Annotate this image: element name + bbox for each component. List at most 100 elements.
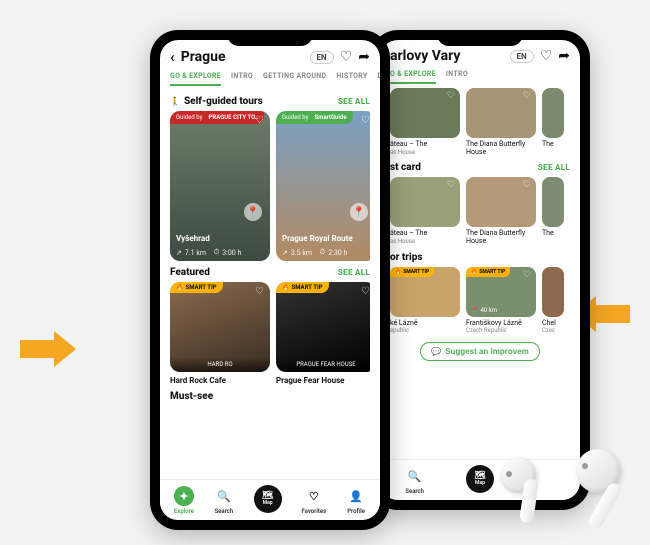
heart-icon[interactable]: ♡ [447,91,455,101]
compass-icon: ✦ [174,486,194,506]
inner-caption: HARD RO [176,361,264,368]
tour-card[interactable]: Guided bySmartGuide ♡ 📍 Prague Royal Rou… [276,111,370,261]
list-item[interactable]: The [542,177,564,245]
item-sublabel: as House [390,149,460,156]
user-icon: 👤 [346,486,366,506]
nav-search[interactable]: 🔍 Search [214,486,234,515]
heart-icon[interactable]: ♡ [523,270,531,280]
item-sublabel: Czech Republic [466,327,536,334]
content: ♡ âteau – The as House ♡ The Diana Butte… [380,88,580,459]
item-label: The [542,141,564,149]
search-icon: 🔍 [214,486,234,506]
heart-icon[interactable]: ♡ [361,286,370,297]
heart-icon[interactable]: ♡ [361,115,370,126]
see-all-link[interactable]: SEE ALL [338,268,370,277]
tab-intro[interactable]: INTRO [446,70,468,84]
row-tours[interactable]: Guided byPRAGUE CITY TO.. ♡ 📍 Vyšehrad ↗… [170,111,370,261]
tab-history[interactable]: HISTORY [336,72,367,86]
content: 🚶Self-guided tours SEE ALL Guided byPRAG… [160,90,380,479]
suggest-improvement-button[interactable]: 💬 Suggest an improvem [420,342,540,361]
smart-tip-badge: 🔥 SMART TIP [276,282,329,293]
map-icon: 🗺Map [254,485,282,513]
heart-icon[interactable]: ♡ [447,180,455,190]
item-label: âteau – The [390,230,460,238]
item-label: ké Lázně [390,320,460,328]
item-sublabel: as House [390,238,460,245]
heart-icon[interactable]: ♡ [523,180,531,190]
clock-icon: ⏱ [214,248,219,257]
list-item[interactable]: ♡ The Diana Butterfly House [466,88,536,156]
item-label: âteau – The [390,141,460,149]
tabs: O & EXPLORE INTRO [380,70,580,88]
nav-map[interactable]: 🗺Map [254,487,282,515]
nav-search[interactable]: 🔍 Search [405,466,425,495]
row-trips[interactable]: 🔥 SMART TIP ké Lázně epublic 🔥 SMART TIP… [390,267,570,335]
nav-explore[interactable]: ✦ Explore [174,486,194,515]
list-item[interactable]: 🔥 SMART TIP ké Lázně epublic [390,267,460,335]
tab-go-explore[interactable]: GO & EXPLORE [170,72,221,86]
pin-icon: 📍 [244,203,262,221]
item-label: Františkovy Lázně [466,320,536,328]
tab-getting-around[interactable]: GETTING AROUND [263,72,326,86]
featured-card[interactable]: 🔥 SMART TIP ♡ HARD RO [170,282,270,372]
list-item[interactable]: The [542,88,564,156]
distance-chip: 📍40 km [471,307,497,314]
tab-go-explore[interactable]: O & EXPLORE [390,70,436,84]
list-item[interactable]: 🔥 SMART TIP ♡ 📍40 km Františkovy Lázně C… [466,267,536,335]
tour-meta: ↗3.5 km ⏱2:30 h [282,248,347,257]
item-label: The Diana Butterfly House [466,230,536,245]
row-featured[interactable]: 🔥 SMART TIP ♡ HARD RO Hard Rock Cafe 🔥 S… [170,282,370,385]
clock-icon: ⏱ [320,248,325,257]
featured-card[interactable]: 🔥 SMART TIP ♡ PRAGUE FEAR HOUSE [276,282,370,372]
see-all-link[interactable]: SEE ALL [538,163,570,172]
share-icon[interactable]: ➦ [558,48,570,64]
heart-icon[interactable]: ♡ [540,48,553,64]
nav-favorites[interactable]: ♡ Favorites [301,486,326,515]
heart-icon[interactable]: ♡ [255,115,264,126]
route-icon: ↗ [282,249,288,257]
tour-card[interactable]: Guided byPRAGUE CITY TO.. ♡ 📍 Vyšehrad ↗… [170,111,270,261]
chat-icon: 💬 [431,347,441,356]
tabs: GO & EXPLORE INTRO GETTING AROUND HISTOR… [160,72,380,90]
phone-notch [437,30,523,46]
share-icon[interactable]: ➦ [358,49,370,65]
section-header-featured: Featured SEE ALL [170,267,370,278]
item-sublabel: epublic [390,327,460,334]
item-label: The [542,230,564,238]
inner-caption: PRAGUE FEAR HOUSE [282,361,370,368]
tour-name: Prague Royal Route [282,234,370,243]
item-label: Chel [542,320,564,328]
list-item[interactable]: ♡ âteau – The as House [390,88,460,156]
item-label: The Diana Butterfly House [466,141,536,156]
section-title: Must-see [170,391,213,402]
nav-profile[interactable]: 👤 Profile [346,486,366,515]
bottom-nav: 🔍 Search 🗺Map [380,459,580,500]
smart-tip-badge: 🔥 SMART TIP [170,282,223,293]
featured-label: Prague Fear House [276,376,370,385]
phone-secondary: arlovy Vary EN ♡ ➦ O & EXPLORE INTRO ♡ â… [370,30,590,510]
heart-icon[interactable]: ♡ [255,286,264,297]
section-title: Featured [170,267,210,278]
list-item[interactable]: Chel Czec [542,267,564,335]
screen-primary: ‹ Prague EN ♡ ➦ GO & EXPLORE INTRO GETTI… [160,40,380,520]
list-item[interactable]: ♡ âteau – The as House [390,177,460,245]
pin-icon: 📍 [471,307,478,314]
tab-more[interactable]: DID Y [378,72,381,86]
guide-badge: Guided bySmartGuide [276,111,353,124]
row-postcard[interactable]: ♡ âteau – The as House ♡ The Diana Butte… [390,177,570,245]
see-all-link[interactable]: SEE ALL [338,97,370,106]
nav-map[interactable]: 🗺Map [466,467,494,495]
item-sublabel: Czec [542,327,564,334]
tour-meta: ↗7.1 km ⏱3:00 h [176,248,241,257]
back-icon[interactable]: ‹ [170,48,175,66]
heart-icon[interactable]: ♡ [523,91,531,101]
language-pill[interactable]: EN [310,51,334,64]
language-pill[interactable]: EN [510,50,534,63]
list-item[interactable]: ♡ The Diana Butterfly House [466,177,536,245]
section-header-tours: 🚶Self-guided tours SEE ALL [170,96,370,107]
featured-label: Hard Rock Cafe [170,376,270,385]
heart-icon[interactable]: ♡ [340,49,353,65]
row-items[interactable]: ♡ âteau – The as House ♡ The Diana Butte… [390,88,570,156]
tab-intro[interactable]: INTRO [231,72,253,86]
section-header-postcard: st card SEE ALL [390,162,570,173]
